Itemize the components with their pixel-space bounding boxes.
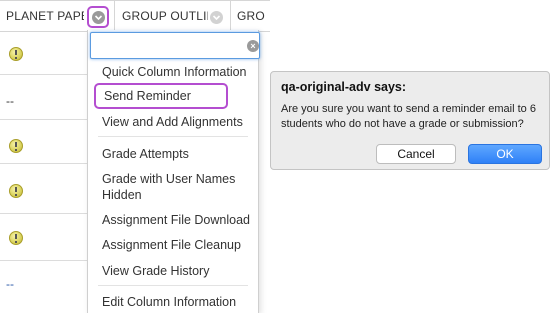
clear-icon[interactable]: ×	[247, 40, 259, 52]
column-divider	[114, 1, 115, 32]
menu-item-send-reminder[interactable]: Send Reminder	[94, 83, 228, 109]
needs-grading-icon[interactable]	[9, 184, 23, 198]
column-options-menu: × Quick Column Information Send Reminder…	[87, 30, 260, 313]
column-divider	[230, 1, 231, 32]
menu-search-box[interactable]: ×	[90, 32, 260, 59]
needs-grading-icon[interactable]	[9, 47, 23, 61]
column-header-planet-paper[interactable]: PLANET PAPER	[6, 1, 84, 32]
table-row[interactable]	[0, 164, 87, 214]
dialog-message: Are you sure you want to send a reminder…	[281, 103, 536, 130]
menu-item-grade-user-names-hidden[interactable]: Grade with User Names Hidden	[102, 171, 242, 203]
cancel-button[interactable]: Cancel	[376, 144, 456, 164]
column-header-third[interactable]: GRO	[237, 1, 270, 32]
grade-cell-value[interactable]: --	[6, 277, 14, 291]
menu-item-assignment-file-cleanup[interactable]: Assignment File Cleanup	[102, 237, 258, 253]
menu-item-assignment-file-download[interactable]: Assignment File Download	[102, 212, 258, 228]
table-row[interactable]	[0, 120, 87, 164]
grade-cell-value: --	[6, 94, 14, 108]
table-row[interactable]: --	[0, 261, 87, 313]
column-header-group-outline[interactable]: GROUP OUTLIN	[122, 1, 208, 32]
column-options-button-2[interactable]	[208, 6, 230, 28]
chevron-down-icon	[92, 11, 105, 24]
needs-grading-icon[interactable]	[9, 139, 23, 153]
column-options-button[interactable]	[87, 6, 109, 28]
needs-grading-icon[interactable]	[9, 231, 23, 245]
menu-divider	[98, 285, 248, 286]
table-row[interactable]	[0, 214, 87, 261]
ok-button[interactable]: OK	[468, 144, 542, 164]
table-row[interactable]	[0, 32, 87, 75]
column-header-row: PLANET PAPER GROUP OUTLIN GRO	[0, 0, 270, 32]
menu-item-view-add-alignments[interactable]: View and Add Alignments	[102, 114, 258, 130]
chevron-down-icon	[210, 11, 223, 24]
dialog-title: qa-original-adv says:	[281, 80, 407, 94]
menu-item-grade-attempts[interactable]: Grade Attempts	[102, 146, 258, 162]
menu-item-edit-column-information[interactable]: Edit Column Information	[102, 294, 258, 310]
menu-item-view-grade-history[interactable]: View Grade History	[102, 263, 258, 279]
menu-divider	[98, 136, 248, 137]
menu-search-input[interactable]	[95, 36, 235, 55]
confirm-dialog: qa-original-adv says: Are you sure you w…	[270, 71, 550, 170]
menu-item-quick-column-information[interactable]: Quick Column Information	[102, 64, 258, 80]
table-row[interactable]: --	[0, 75, 87, 120]
